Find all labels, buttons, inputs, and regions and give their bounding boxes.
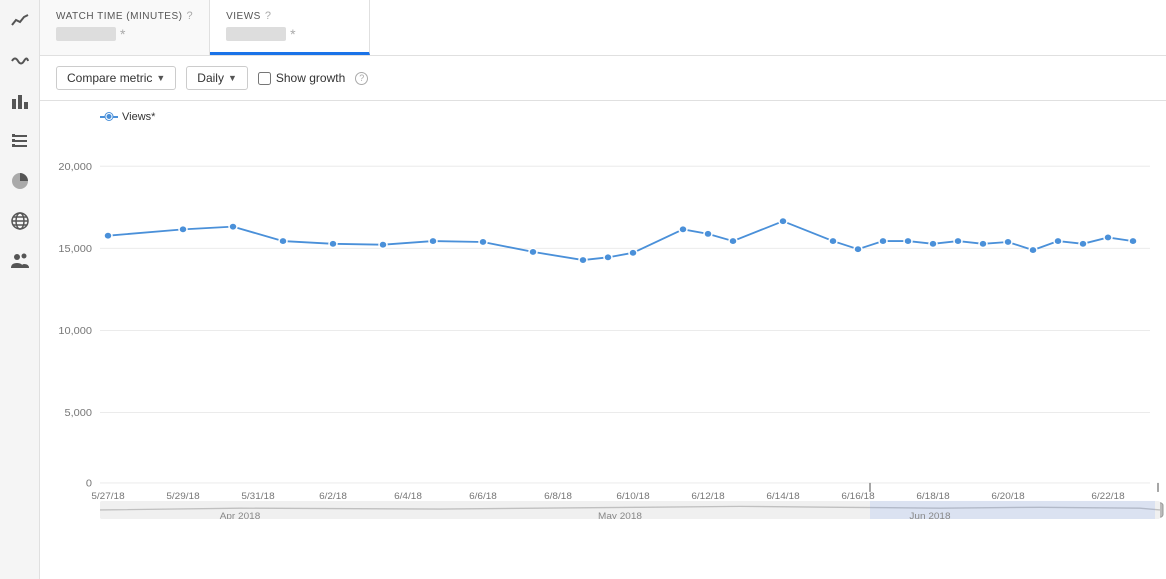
bar-chart-icon[interactable]: [9, 90, 31, 112]
svg-text:May 2018: May 2018: [598, 511, 642, 519]
svg-text:6/2/18: 6/2/18: [319, 492, 347, 502]
list-icon[interactable]: [9, 130, 31, 152]
views-help-icon[interactable]: ?: [265, 10, 272, 22]
line-chart-icon[interactable]: [9, 10, 31, 32]
svg-text:6/18/18: 6/18/18: [916, 492, 949, 502]
chart-legend: Views*: [100, 111, 155, 123]
watch-time-title: WATCH TIME (MINUTES) ?: [56, 10, 193, 22]
compare-metric-button[interactable]: Compare metric ▼: [56, 66, 176, 90]
svg-text:6/10/18: 6/10/18: [616, 492, 649, 502]
svg-text:10,000: 10,000: [58, 326, 92, 336]
svg-text:6/14/18: 6/14/18: [766, 492, 799, 502]
watch-time-help-icon[interactable]: ?: [186, 10, 193, 22]
watch-time-value: *: [56, 26, 193, 42]
tab-watch-time[interactable]: WATCH TIME (MINUTES) ? *: [40, 0, 210, 55]
pie-chart-icon[interactable]: [9, 170, 31, 192]
svg-text:15,000: 15,000: [58, 244, 92, 254]
show-growth-help-icon[interactable]: ?: [355, 72, 368, 85]
content-area: WATCH TIME (MINUTES) ? * VIEWS ? *: [40, 0, 1166, 579]
svg-text:5/27/18: 5/27/18: [91, 492, 124, 502]
svg-text:Apr 2018: Apr 2018: [220, 511, 261, 519]
views-value: *: [226, 26, 353, 42]
metric-tabs: WATCH TIME (MINUTES) ? * VIEWS ? *: [40, 0, 1166, 56]
legend-label: Views*: [122, 111, 155, 123]
compare-metric-arrow-icon: ▼: [156, 73, 165, 83]
daily-button[interactable]: Daily ▼: [186, 66, 248, 90]
svg-text:5,000: 5,000: [64, 409, 92, 419]
chart-area: Views* 20,000 15,000 10,000 5,000: [40, 101, 1166, 579]
svg-text:6/12/18: 6/12/18: [691, 492, 724, 502]
svg-text:5/29/18: 5/29/18: [166, 492, 199, 502]
svg-text:6/8/18: 6/8/18: [544, 492, 572, 502]
show-growth-checkbox[interactable]: [258, 72, 271, 85]
svg-text:Jun 2018: Jun 2018: [909, 511, 950, 519]
svg-text:6/4/18: 6/4/18: [394, 492, 422, 502]
people-icon[interactable]: [9, 250, 31, 272]
svg-text:20,000: 20,000: [58, 162, 92, 172]
tab-views[interactable]: VIEWS ? *: [210, 0, 370, 55]
svg-text:6/6/18: 6/6/18: [469, 492, 497, 502]
svg-text:0: 0: [86, 479, 92, 489]
svg-text:6/20/18: 6/20/18: [991, 492, 1024, 502]
line-chart-svg: 20,000 15,000 10,000 5,000 0 5/27/18 5/2…: [40, 131, 1166, 519]
svg-text:5/31/18: 5/31/18: [241, 492, 274, 502]
daily-arrow-icon: ▼: [228, 73, 237, 83]
sidebar: [0, 0, 40, 579]
controls-bar: Compare metric ▼ Daily ▼ Show growth ?: [40, 56, 1166, 101]
show-growth-container[interactable]: Show growth: [258, 71, 345, 85]
wave-chart-icon[interactable]: [9, 50, 31, 72]
views-title: VIEWS ?: [226, 10, 353, 22]
main-container: WATCH TIME (MINUTES) ? * VIEWS ? *: [0, 0, 1166, 579]
svg-text:6/16/18: 6/16/18: [841, 492, 874, 502]
svg-text:6/22/18: 6/22/18: [1091, 492, 1124, 502]
globe-icon[interactable]: [9, 210, 31, 232]
